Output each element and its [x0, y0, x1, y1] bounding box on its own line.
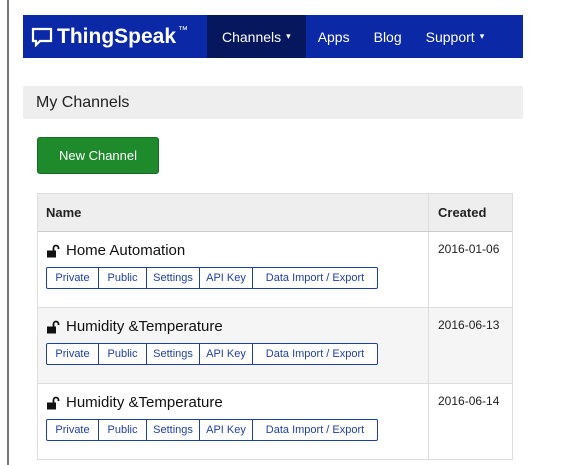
channel-name-cell: Humidity &Temperature Private Public Set… — [38, 384, 429, 459]
data-import-export-button[interactable]: Data Import / Export — [252, 267, 378, 289]
channel-action-buttons: Private Public Settings API Key Data Imp… — [46, 419, 428, 441]
table-row: Humidity &Temperature Private Public Set… — [38, 384, 512, 459]
table-row: Humidity &Temperature Private Public Set… — [38, 308, 512, 384]
unlocked-padlock-icon — [47, 396, 60, 409]
nav-blog-label: Blog — [373, 28, 402, 45]
settings-button[interactable]: Settings — [146, 343, 200, 365]
public-view-button[interactable]: Public — [98, 267, 147, 289]
channel-title: Humidity &Temperature — [46, 394, 428, 411]
column-header-created[interactable]: Created — [429, 194, 486, 231]
nav-blog[interactable]: Blog — [362, 15, 414, 58]
trademark-symbol: ™ — [178, 25, 189, 36]
data-import-export-button[interactable]: Data Import / Export — [252, 419, 378, 441]
top-navbar: ThingSpeak ™ Channels ▾ Apps Blog Support… — [23, 15, 523, 58]
chat-bubble-icon — [31, 27, 53, 47]
settings-button[interactable]: Settings — [146, 419, 200, 441]
public-view-button[interactable]: Public — [98, 419, 147, 441]
nav-channels-dropdown[interactable]: Channels ▾ — [207, 15, 306, 58]
table-header-row: Name Created — [38, 194, 512, 232]
api-key-button[interactable]: API Key — [199, 419, 253, 441]
private-view-button[interactable]: Private — [46, 343, 99, 365]
nav-apps-label: Apps — [317, 28, 350, 45]
api-key-button[interactable]: API Key — [199, 267, 253, 289]
nav-channels-label: Channels — [222, 28, 282, 45]
created-date: 2016-06-13 — [438, 318, 500, 332]
channel-action-buttons: Private Public Settings API Key Data Imp… — [46, 343, 428, 365]
private-view-button[interactable]: Private — [46, 419, 99, 441]
column-header-name[interactable]: Name — [38, 194, 429, 231]
channel-name-link[interactable]: Home Automation — [66, 242, 185, 259]
page-title: My Channels — [36, 93, 130, 111]
window-left-border — [7, 0, 9, 465]
channels-table: Name Created Home Automation Private Pub… — [37, 193, 513, 460]
data-import-export-button[interactable]: Data Import / Export — [252, 343, 378, 365]
channel-name-cell: Home Automation Private Public Settings … — [38, 232, 429, 307]
channel-title: Humidity &Temperature — [46, 318, 428, 335]
unlocked-padlock-icon — [47, 244, 60, 257]
public-view-button[interactable]: Public — [98, 343, 147, 365]
new-channel-button[interactable]: New Channel — [37, 137, 159, 174]
settings-button[interactable]: Settings — [146, 267, 200, 289]
nav-support-label: Support — [425, 28, 475, 45]
unlocked-padlock-icon — [47, 320, 60, 333]
caret-down-icon: ▾ — [286, 31, 291, 41]
brand-name: ThingSpeak — [57, 24, 177, 48]
channel-name-link[interactable]: Humidity &Temperature — [66, 394, 223, 411]
channel-title: Home Automation — [46, 242, 428, 259]
api-key-button[interactable]: API Key — [199, 343, 253, 365]
channel-name-link[interactable]: Humidity &Temperature — [66, 318, 223, 335]
created-date: 2016-06-14 — [438, 394, 500, 408]
nav-apps[interactable]: Apps — [306, 15, 362, 58]
channel-name-cell: Humidity &Temperature Private Public Set… — [38, 308, 429, 383]
brand-logo[interactable]: ThingSpeak ™ — [23, 15, 207, 58]
private-view-button[interactable]: Private — [46, 267, 99, 289]
page-header: My Channels — [23, 86, 523, 119]
created-date: 2016-01-06 — [438, 242, 500, 256]
table-row: Home Automation Private Public Settings … — [38, 232, 512, 308]
nav-support-dropdown[interactable]: Support ▾ — [414, 15, 497, 58]
channel-action-buttons: Private Public Settings API Key Data Imp… — [46, 267, 428, 289]
caret-down-icon: ▾ — [479, 31, 485, 41]
